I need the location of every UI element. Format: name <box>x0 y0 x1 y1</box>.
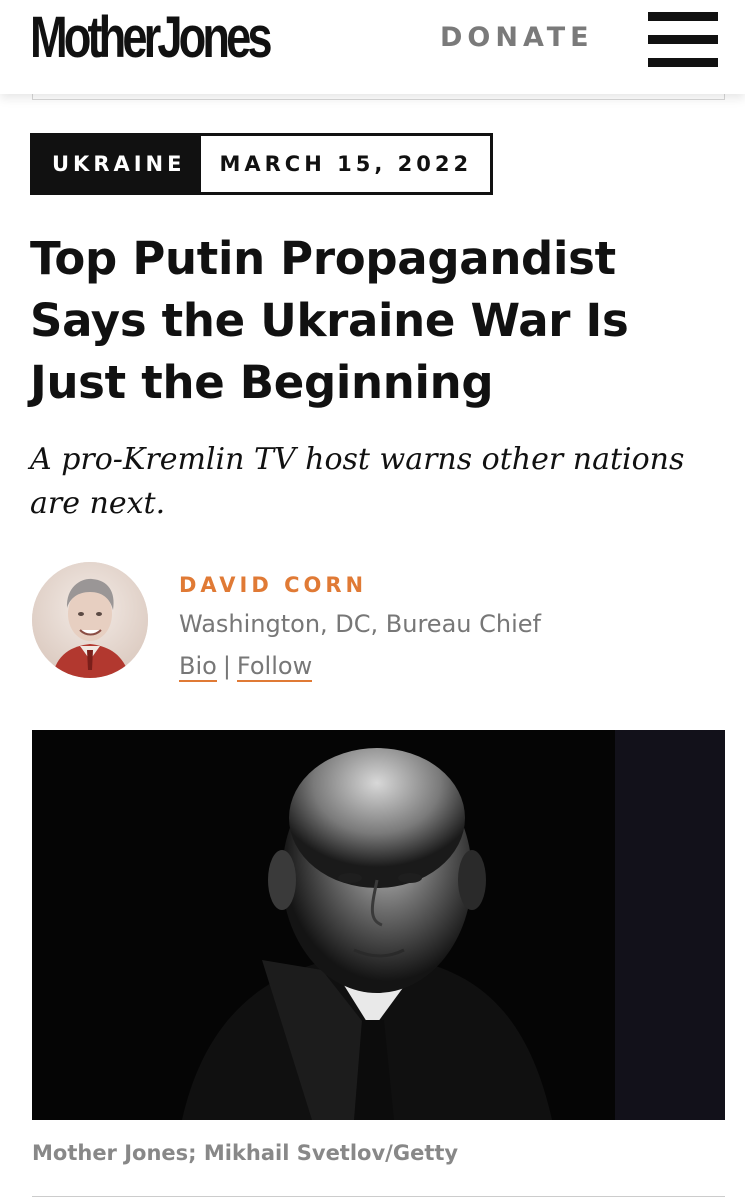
article-dek: A pro-Kremlin TV host warns other nation… <box>30 442 685 521</box>
author-name-link[interactable]: DAVID CORN <box>179 570 367 600</box>
article-headline: Top Putin Propagandist Says the Ukraine … <box>30 232 629 409</box>
link-separator: | <box>222 652 231 680</box>
donate-button[interactable]: DONATE <box>440 20 594 56</box>
author-bio-link[interactable]: Bio <box>179 652 217 682</box>
article-meta: UKRAINE MARCH 15, 2022 <box>30 133 494 195</box>
divider <box>32 1196 725 1197</box>
author-avatar[interactable] <box>32 562 148 678</box>
menu-bar <box>648 58 718 67</box>
publish-date: MARCH 15, 2022 <box>201 136 491 192</box>
category-tag[interactable]: UKRAINE <box>33 136 202 192</box>
author-links: Bio | Follow <box>179 648 313 684</box>
image-caption: Mother Jones; Mikhail Svetlov/Getty <box>32 1141 459 1165</box>
hero-image[interactable] <box>32 730 725 1120</box>
hamburger-menu-icon[interactable] <box>648 12 718 68</box>
author-follow-link[interactable]: Follow <box>236 652 313 682</box>
putin-photo <box>32 730 725 1120</box>
site-logo[interactable]: MotherJones <box>30 6 273 70</box>
menu-bar <box>648 35 718 44</box>
author-title: Washington, DC, Bureau Chief <box>179 610 541 638</box>
author-photo <box>32 562 148 678</box>
site-header: MotherJones DONATE <box>0 0 745 94</box>
menu-bar <box>648 12 718 21</box>
